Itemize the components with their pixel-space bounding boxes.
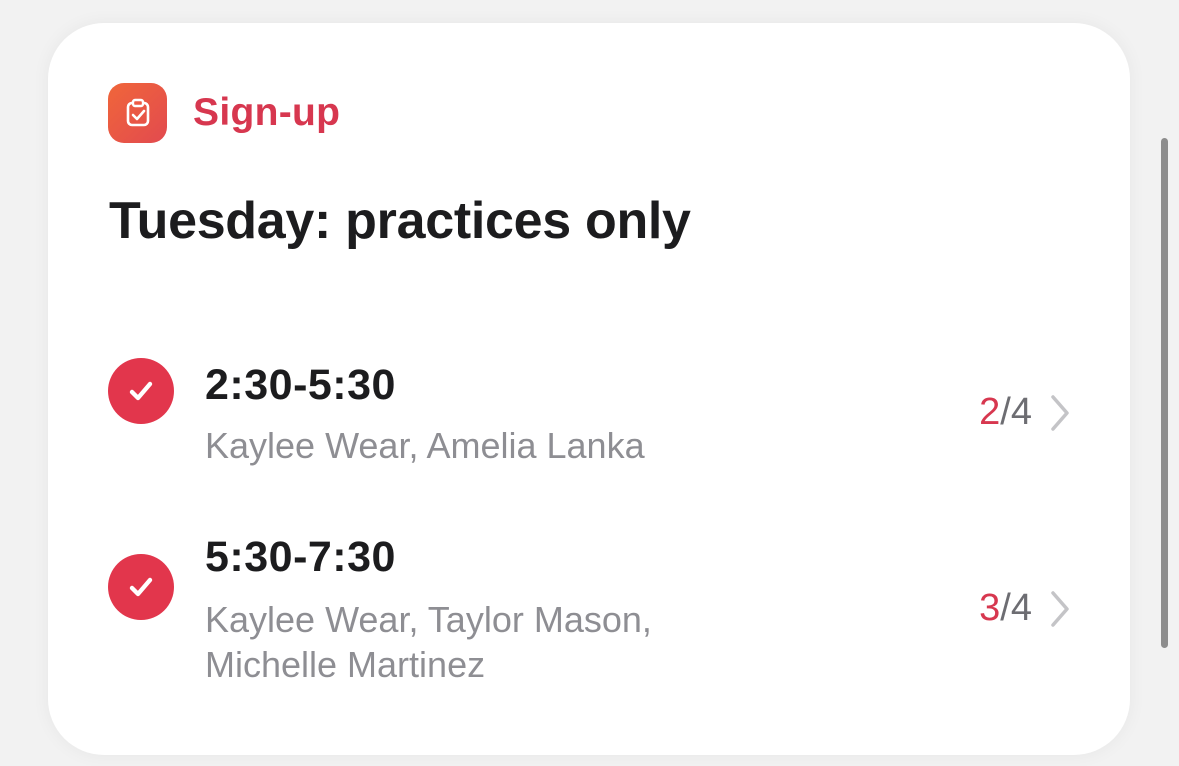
clipboard-check-icon — [108, 83, 167, 143]
slot-count: 3/4 — [979, 587, 1032, 630]
chevron-right-icon[interactable] — [1048, 393, 1072, 433]
slot-filled-count: 2 — [979, 391, 1001, 433]
slot-row[interactable]: 5:30-7:30 Kaylee Wear, Taylor Mason, Mic… — [108, 505, 1072, 685]
signup-card: Sign-up Tuesday: practices only 2:30-5:3… — [48, 23, 1130, 755]
checkmark-icon[interactable] — [108, 554, 174, 620]
chevron-right-icon[interactable] — [1048, 589, 1072, 629]
slot-time: 2:30-5:30 — [205, 361, 396, 409]
card-header: Sign-up — [108, 83, 340, 143]
slot-total-count: /4 — [1000, 391, 1032, 433]
scrollbar[interactable] — [1161, 138, 1168, 648]
slot-names: Kaylee Wear, Amelia Lanka — [205, 425, 645, 466]
slot-names: Kaylee Wear, Taylor Mason, Michelle Mart… — [205, 599, 652, 685]
checkmark-icon[interactable] — [108, 358, 174, 424]
app-title: Sign-up — [193, 91, 341, 134]
slot-time: 5:30-7:30 — [205, 533, 396, 581]
slot-total-count: /4 — [1000, 587, 1032, 629]
slot-row[interactable]: 2:30-5:30 Kaylee Wear, Amelia Lanka 2/4 — [108, 333, 1072, 466]
slot-count: 2/4 — [979, 391, 1032, 434]
slot-filled-count: 3 — [979, 587, 1001, 629]
event-title: Tuesday: practices only — [109, 192, 691, 250]
